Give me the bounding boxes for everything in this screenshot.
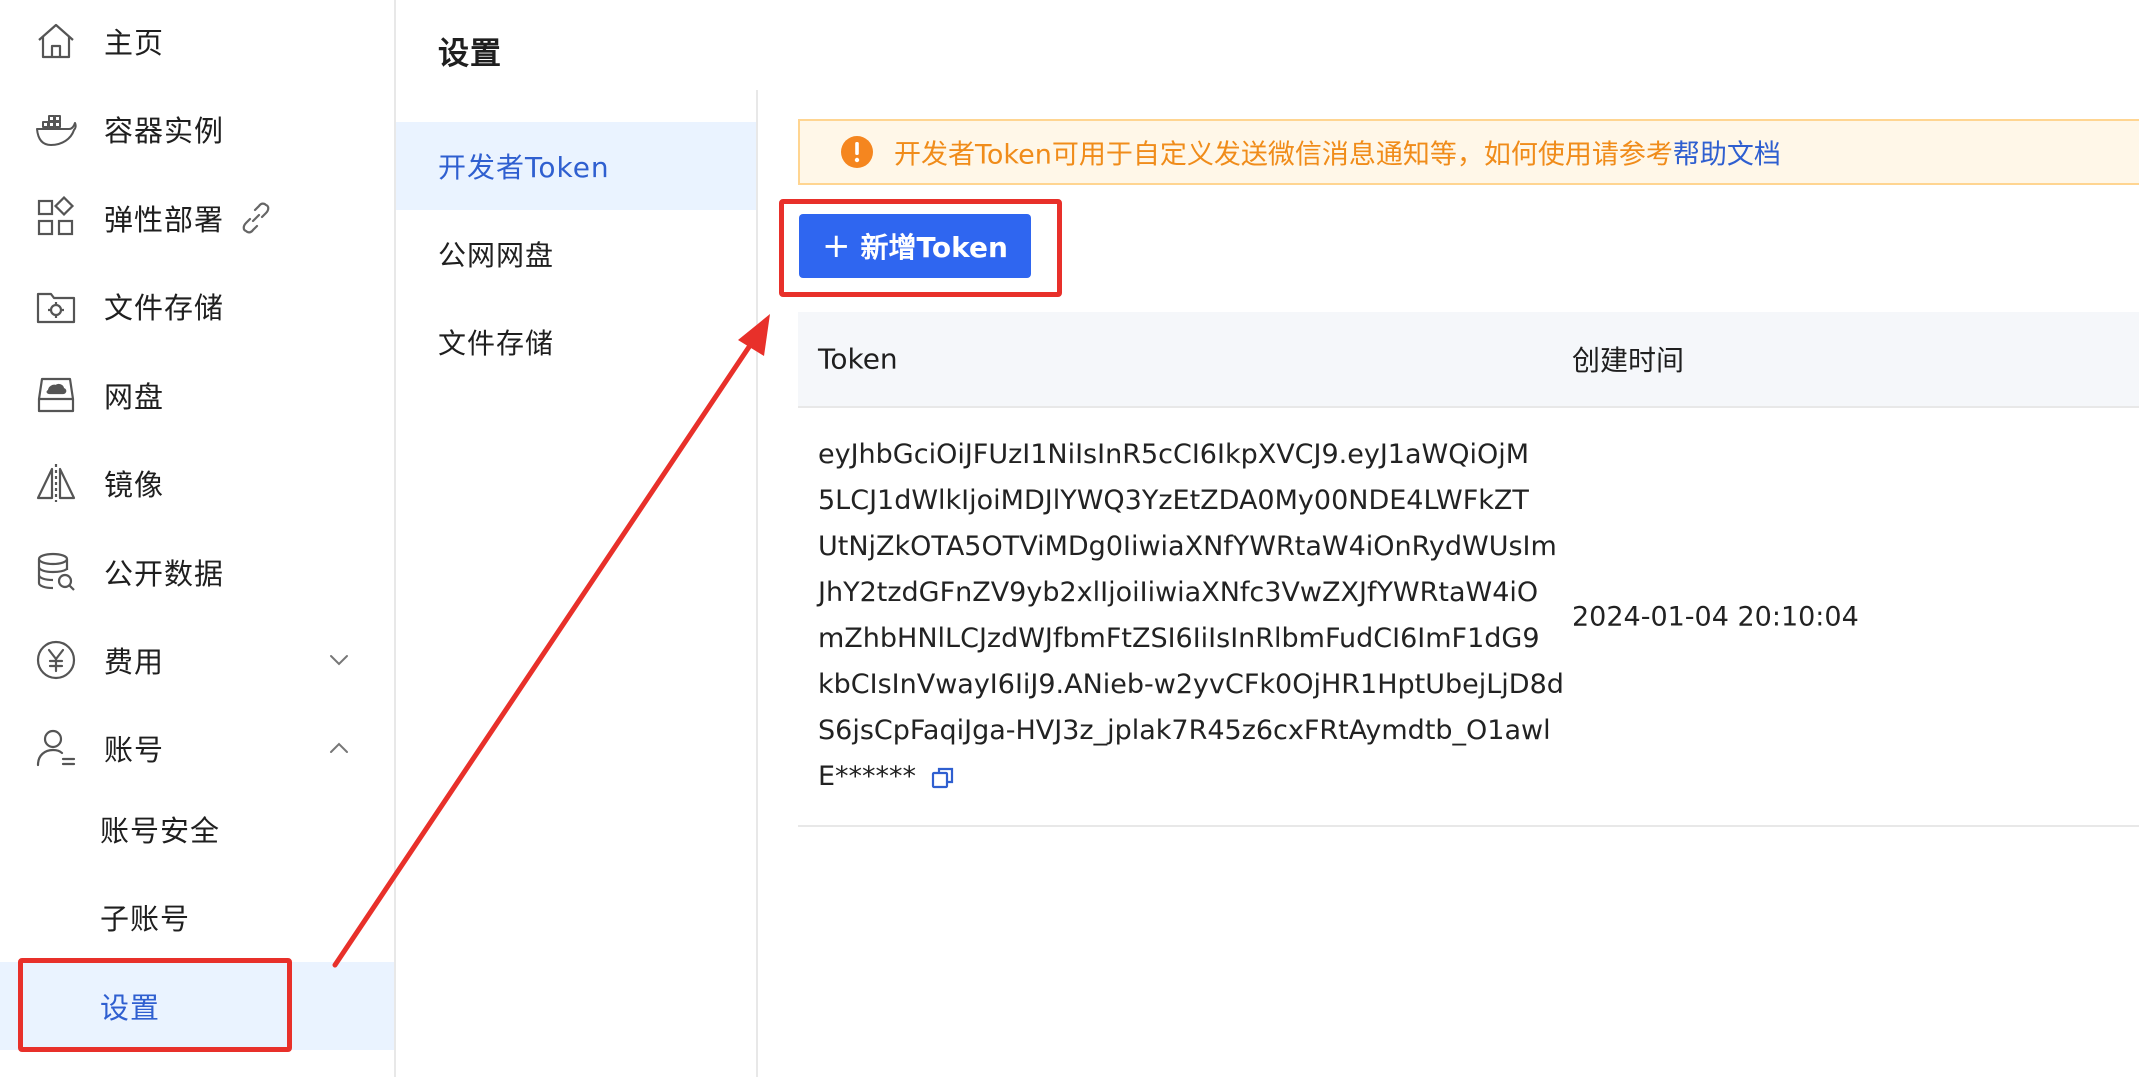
notice-text: 开发者Token可用于自定义发送微信消息通知等，如何使用请参考帮助文档 (894, 133, 1781, 172)
sidebar: 主页 容器实例 弹性部署 文件存储 网盘 镜像 公开数据 费用 账号 账号安全 … (0, 0, 396, 1077)
token-line-last: E****** (818, 754, 1538, 800)
sidebar-item-containers[interactable]: 容器实例 (0, 89, 394, 169)
grid-icon (34, 196, 78, 240)
settings-tab-developer-token[interactable]: 开发者Token (396, 122, 756, 210)
sidebar-item-elastic-deploy[interactable]: 弹性部署 (0, 178, 394, 258)
help-doc-link[interactable]: 帮助文档 (1673, 140, 1781, 171)
exclamation-circle-icon (841, 136, 873, 168)
sidebar-item-billing[interactable]: 费用 (0, 620, 394, 700)
sidebar-item-image[interactable]: 镜像 (0, 443, 394, 523)
sidebar-subitem-label: 子账号 (100, 902, 191, 936)
sidebar-item-home[interactable]: 主页 (0, 1, 394, 81)
column-header-token: Token (818, 342, 898, 376)
disk-icon (34, 373, 78, 417)
settings-tab-label: 公网网盘 (438, 239, 555, 272)
settings-menu: 开发者Token 公网网盘 文件存储 (396, 90, 758, 1077)
folder-gear-icon (34, 284, 78, 328)
created-at-value: 2024-01-04 20:10:04 (1572, 601, 1859, 632)
yuan-icon (34, 638, 78, 682)
sidebar-item-label: 费用 (104, 645, 165, 679)
token-line: mZhbHNlLCJzdWJfbmFtZSI6IiIsInRlbmFudCI6I… (818, 623, 1540, 654)
notice-message: 开发者Token可用于自定义发送微信消息通知等，如何使用请参考 (894, 139, 1673, 171)
copy-icon[interactable] (930, 765, 956, 791)
settings-tab-label: 开发者Token (438, 151, 610, 184)
token-line: JhY2tzdGFnZV9yb2xlIjoiIiwiaXNfc3VwZXJfYW… (818, 577, 1539, 608)
sidebar-item-label: 账号 (104, 733, 165, 767)
sidebar-item-label: 文件存储 (104, 291, 225, 325)
notice-banner: 开发者Token可用于自定义发送微信消息通知等，如何使用请参考帮助文档 (798, 119, 2139, 185)
token-line-tail: E****** (818, 761, 917, 792)
sidebar-item-label: 容器实例 (104, 114, 225, 148)
page-title: 设置 (438, 36, 502, 72)
docker-icon (34, 107, 78, 151)
column-header-created-at: 创建时间 (1572, 344, 1685, 377)
settings-tab-public-netdisk[interactable]: 公网网盘 (396, 210, 756, 298)
table-header: Token 创建时间 (798, 312, 2139, 408)
annotation-box-add-token (779, 199, 1062, 297)
home-icon (34, 19, 78, 63)
token-value: eyJhbGciOiJFUzI1NiIsInR5cCI6IkpXVCJ9.eyJ… (818, 432, 1564, 800)
sidebar-item-label: 公开数据 (104, 557, 225, 591)
sidebar-subitem-sub-account[interactable]: 子账号 (0, 874, 394, 960)
token-line: UtNjZkOTA5OTViMDg0IiwiaXNfYWRtaW4iOnRydW… (818, 531, 1557, 562)
token-line: eyJhbGciOiJFUzI1NiIsInR5cCI6IkpXVCJ9.eyJ… (818, 439, 1530, 470)
link-icon (242, 202, 270, 234)
token-table: Token 创建时间 eyJhbGciOiJFUzI1NiIsInR5cCI6I… (798, 312, 2139, 827)
token-line: 5LCJ1dWlkIjoiMDJlYWQ3YzEtZDA0My00NDE4LWF… (818, 485, 1529, 516)
sidebar-item-public-data[interactable]: 公开数据 (0, 532, 394, 612)
chevron-down-icon[interactable] (326, 647, 352, 673)
table-row: eyJhbGciOiJFUzI1NiIsInR5cCI6IkpXVCJ9.eyJ… (798, 408, 2139, 827)
app-root: 主页 容器实例 弹性部署 文件存储 网盘 镜像 公开数据 费用 账号 账号安全 … (0, 0, 2139, 1077)
chevron-up-icon[interactable] (326, 735, 352, 761)
sidebar-item-netdisk[interactable]: 网盘 (0, 355, 394, 435)
token-line: kbCIsInVwayI6IiJ9.ANieb-w2yvCFk0OjHR1Hpt… (818, 669, 1564, 700)
settings-tab-label: 文件存储 (438, 327, 555, 360)
token-line: S6jsCpFaqiJga-HVJ3z_jplak7R45z6cxFRtAymd… (818, 715, 1551, 746)
settings-tab-file-storage[interactable]: 文件存储 (396, 298, 756, 386)
sidebar-subitem-account-security[interactable]: 账号安全 (0, 786, 394, 872)
user-icon (34, 726, 78, 770)
sidebar-item-label: 网盘 (104, 380, 165, 414)
sidebar-item-label: 镜像 (104, 468, 165, 502)
sidebar-item-label: 主页 (104, 26, 165, 60)
sidebar-item-account[interactable]: 账号 (0, 708, 394, 788)
sidebar-item-file-storage[interactable]: 文件存储 (0, 266, 394, 346)
annotation-box-settings (18, 958, 292, 1052)
sidebar-item-label: 弹性部署 (104, 203, 225, 237)
sidebar-subitem-label: 账号安全 (100, 814, 221, 848)
database-icon (34, 550, 78, 594)
mirror-icon (34, 461, 78, 505)
